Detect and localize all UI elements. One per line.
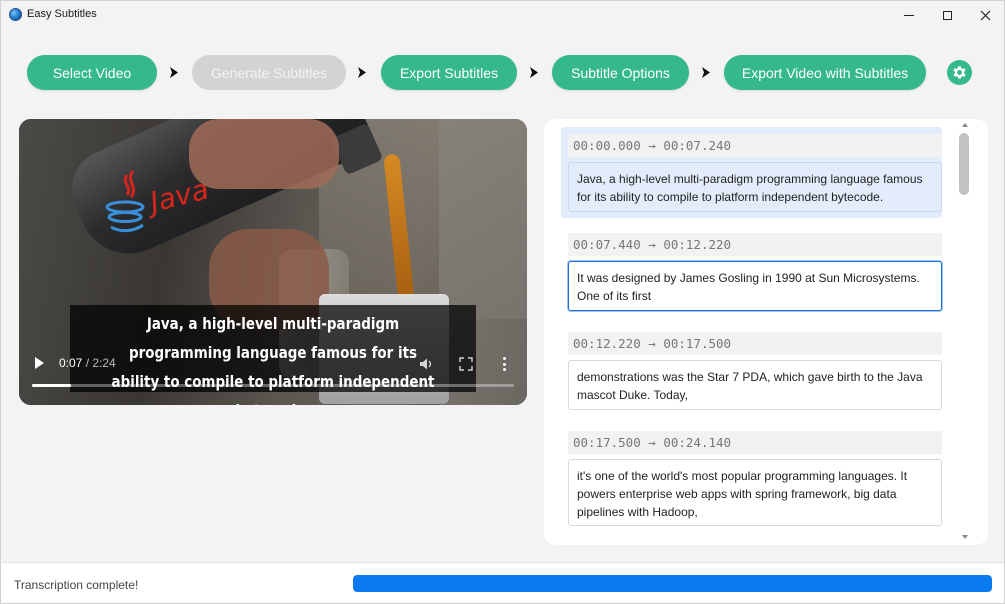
close-button[interactable] xyxy=(966,1,1004,29)
duration: 2:24 xyxy=(92,356,116,370)
java-logo: Java xyxy=(105,170,212,233)
subtitle-text-field[interactable]: It was designed by James Gosling in 1990… xyxy=(568,261,942,311)
chevron-right-icon xyxy=(356,66,368,79)
app-window: Easy Subtitles Select Video Generate Sub… xyxy=(0,0,1005,604)
settings-button[interactable] xyxy=(947,60,972,85)
video-player[interactable]: Java Java, a high-level multi-paradigm p… xyxy=(19,119,527,405)
status-text: Transcription complete! xyxy=(14,578,139,592)
minimize-button[interactable] xyxy=(890,1,928,29)
maximize-button[interactable] xyxy=(928,1,966,29)
minimize-icon xyxy=(904,14,914,16)
subtitle-timestamp: 00:17.500 → 00:24.140 xyxy=(568,431,942,454)
subtitle-text-field[interactable]: Java, a high-level multi-paradigm progra… xyxy=(568,162,942,212)
subtitle-options-button[interactable]: Subtitle Options xyxy=(552,55,689,90)
export-video-with-subtitles-button[interactable]: Export Video with Subtitles xyxy=(724,55,926,90)
maximize-icon xyxy=(942,10,952,20)
java-logo-text: Java xyxy=(142,173,212,221)
subtitle-text-field[interactable]: it's one of the world's most popular pro… xyxy=(568,459,942,526)
current-time: 0:07 xyxy=(59,356,83,370)
volume-icon[interactable] xyxy=(419,357,433,371)
subtitle-timestamp: 00:12.220 → 00:17.500 xyxy=(568,332,942,355)
seek-bar-fill xyxy=(32,384,71,387)
chevron-right-icon xyxy=(700,66,712,79)
app-icon xyxy=(9,8,22,21)
subtitle-timestamp: 00:00.000 → 00:07.240 xyxy=(568,134,942,157)
time-display: 0:07 / 2:24 xyxy=(59,356,116,370)
progress-bar xyxy=(353,575,992,592)
scrollbar-thumb[interactable] xyxy=(959,133,969,195)
progress-bar-fill xyxy=(353,575,992,592)
scrollbar[interactable] xyxy=(957,119,973,545)
generate-subtitles-button[interactable]: Generate Subtitles xyxy=(192,55,346,90)
chevron-right-icon xyxy=(168,66,180,79)
time-separator: / xyxy=(82,356,93,370)
subtitle-list[interactable]: 00:00.000 → 00:07.240 Java, a high-level… xyxy=(544,119,988,545)
subtitle-timestamp: 00:07.440 → 00:12.220 xyxy=(568,233,942,256)
seek-bar[interactable] xyxy=(32,384,514,387)
close-icon xyxy=(980,10,990,20)
subtitle-text-field[interactable]: demonstrations was the Star 7 PDA, which… xyxy=(568,360,942,410)
gear-icon xyxy=(953,66,966,79)
scroll-down-icon[interactable] xyxy=(962,535,968,539)
title-bar: Easy Subtitles xyxy=(1,1,1004,29)
fullscreen-icon[interactable] xyxy=(459,357,473,371)
select-video-button[interactable]: Select Video xyxy=(27,55,157,90)
play-button[interactable] xyxy=(35,357,44,369)
video-controls: 0:07 / 2:24 xyxy=(19,345,527,405)
chevron-right-icon xyxy=(528,66,540,79)
export-subtitles-button[interactable]: Export Subtitles xyxy=(381,55,517,90)
status-bar: Transcription complete! xyxy=(1,562,1004,603)
scroll-up-icon[interactable] xyxy=(962,123,968,127)
more-options-icon[interactable] xyxy=(501,357,507,371)
window-title: Easy Subtitles xyxy=(27,8,97,20)
